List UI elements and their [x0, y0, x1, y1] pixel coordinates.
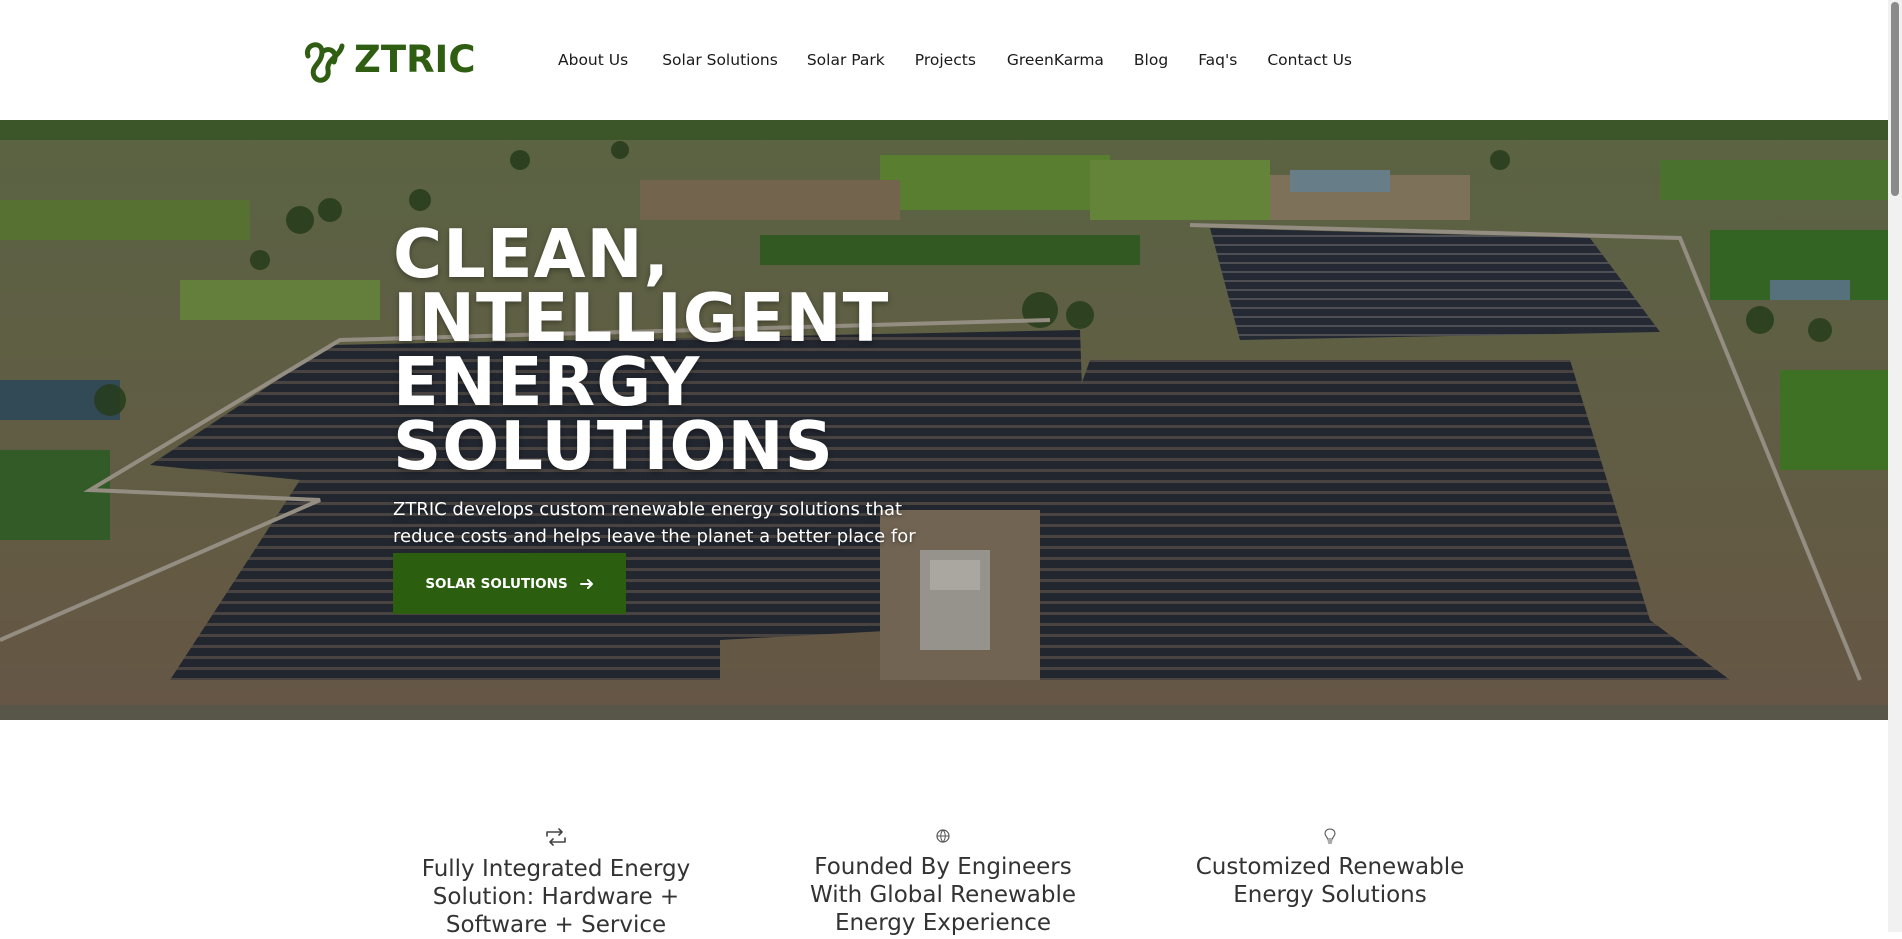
scrollbar-thumb[interactable] — [1891, 2, 1899, 196]
nav-greenkarma[interactable]: GreenKarma — [1007, 48, 1104, 72]
hero-title-line: INTELLIGENT — [393, 279, 890, 357]
hero-content: CLEAN, INTELLIGENT ENERGY SOLUTIONS ZTRI… — [393, 215, 1133, 614]
feature-card: Customized Renewable Energy Solutions — [1185, 827, 1475, 909]
main-nav: About Us Solar Solutions Solar Park Proj… — [558, 48, 1352, 72]
page-scrollbar[interactable] — [1888, 0, 1902, 932]
nav-solar-solutions[interactable]: Solar Solutions — [662, 48, 778, 72]
nav-faqs[interactable]: Faq's — [1198, 48, 1237, 72]
solar-solutions-button[interactable]: SOLAR SOLUTIONS — [393, 553, 626, 614]
nav-blog[interactable]: Blog — [1134, 48, 1168, 72]
logo-icon — [304, 42, 345, 83]
site-header: ZTRIC About Us Solar Solutions Solar Par… — [0, 0, 1888, 120]
nav-about-us[interactable]: About Us — [558, 48, 628, 72]
lightbulb-icon — [1324, 828, 1336, 844]
globe-icon — [936, 829, 950, 843]
hero-title-line: CLEAN, — [393, 215, 671, 293]
feature-title: Founded By Engineers With Global Renewab… — [809, 854, 1077, 936]
hero-section: CLEAN, INTELLIGENT ENERGY SOLUTIONS ZTRI… — [0, 120, 1888, 720]
logo-text: ZTRIC — [354, 38, 476, 81]
feature-card: Fully Integrated Energy Solution: Hardwa… — [411, 827, 701, 939]
feature-title: Fully Integrated Energy Solution: Hardwa… — [421, 856, 691, 938]
site-logo[interactable]: ZTRIC — [300, 36, 475, 84]
hero-title: CLEAN, INTELLIGENT ENERGY SOLUTIONS — [393, 215, 1133, 485]
nav-contact-us[interactable]: Contact Us — [1267, 48, 1352, 72]
feature-title: Customized Renewable Energy Solutions — [1195, 854, 1465, 908]
arrow-right-icon — [579, 578, 593, 589]
feature-card: Founded By Engineers With Global Renewab… — [798, 827, 1088, 937]
nav-projects[interactable]: Projects — [915, 48, 976, 72]
nav-solar-park[interactable]: Solar Park — [807, 48, 885, 72]
hero-title-line: ENERGY SOLUTIONS — [393, 343, 834, 485]
refresh-icon — [546, 828, 566, 846]
solar-solutions-button-label: SOLAR SOLUTIONS — [425, 575, 568, 592]
